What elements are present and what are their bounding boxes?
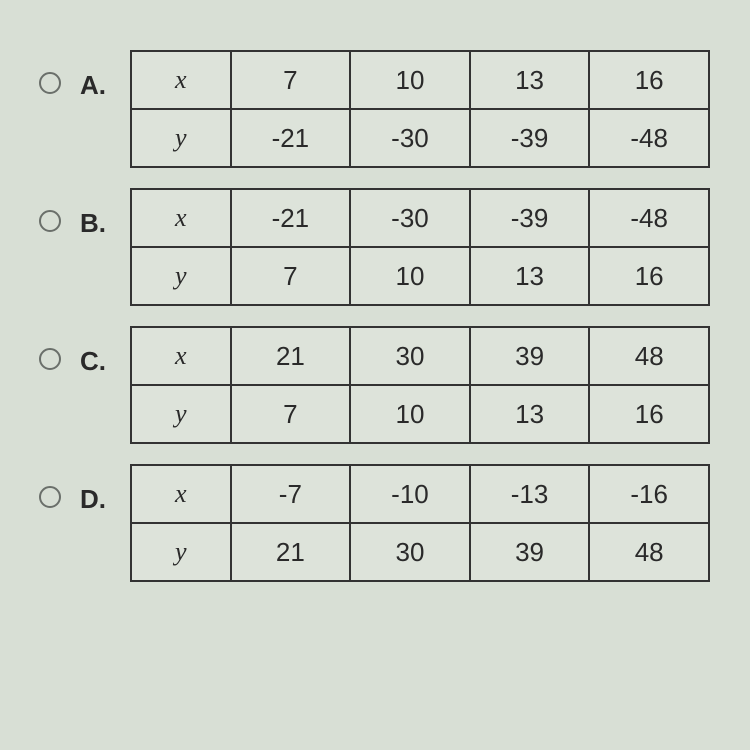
option-d-row: D. x -7 -10 -13 -16 y 21 30 39 48 <box>20 464 730 582</box>
table-d: x -7 -10 -13 -16 y 21 30 39 48 <box>130 464 710 582</box>
table-a: x 7 10 13 16 y -21 -30 -39 -48 <box>130 50 710 168</box>
val-cell: 10 <box>350 385 470 443</box>
val-cell: -39 <box>470 109 590 167</box>
option-label-b: B. <box>80 188 130 239</box>
radio-container <box>20 50 80 94</box>
val-cell: 21 <box>231 523 351 581</box>
val-cell: 48 <box>589 523 709 581</box>
var-cell: y <box>131 109 231 167</box>
option-a-row: A. x 7 10 13 16 y -21 -30 -39 -48 <box>20 50 730 168</box>
val-cell: -39 <box>470 189 590 247</box>
table-c: x 21 30 39 48 y 7 10 13 16 <box>130 326 710 444</box>
val-cell: 21 <box>231 327 351 385</box>
table-b: x -21 -30 -39 -48 y 7 10 13 16 <box>130 188 710 306</box>
table-d-container: x -7 -10 -13 -16 y 21 30 39 48 <box>130 464 730 582</box>
table-a-container: x 7 10 13 16 y -21 -30 -39 -48 <box>130 50 730 168</box>
val-cell: -48 <box>589 189 709 247</box>
var-cell: y <box>131 247 231 305</box>
radio-d[interactable] <box>39 486 61 508</box>
var-cell: x <box>131 189 231 247</box>
val-cell: -7 <box>231 465 351 523</box>
val-cell: 16 <box>589 385 709 443</box>
val-cell: 48 <box>589 327 709 385</box>
val-cell: 30 <box>350 327 470 385</box>
table-row: x -21 -30 -39 -48 <box>131 189 709 247</box>
val-cell: 16 <box>589 247 709 305</box>
val-cell: 13 <box>470 51 590 109</box>
val-cell: 39 <box>470 523 590 581</box>
val-cell: 7 <box>231 247 351 305</box>
var-cell: y <box>131 523 231 581</box>
option-label-d: D. <box>80 464 130 515</box>
val-cell: -21 <box>231 109 351 167</box>
var-cell: y <box>131 385 231 443</box>
val-cell: -16 <box>589 465 709 523</box>
val-cell: 10 <box>350 51 470 109</box>
val-cell: 7 <box>231 51 351 109</box>
radio-c[interactable] <box>39 348 61 370</box>
val-cell: -13 <box>470 465 590 523</box>
val-cell: 16 <box>589 51 709 109</box>
var-cell: x <box>131 465 231 523</box>
val-cell: -10 <box>350 465 470 523</box>
val-cell: -48 <box>589 109 709 167</box>
val-cell: 7 <box>231 385 351 443</box>
var-cell: x <box>131 51 231 109</box>
table-row: y -21 -30 -39 -48 <box>131 109 709 167</box>
val-cell: 13 <box>470 385 590 443</box>
val-cell: 39 <box>470 327 590 385</box>
option-label-a: A. <box>80 50 130 101</box>
val-cell: 13 <box>470 247 590 305</box>
radio-a[interactable] <box>39 72 61 94</box>
option-b-row: B. x -21 -30 -39 -48 y 7 10 13 16 <box>20 188 730 306</box>
val-cell: -30 <box>350 109 470 167</box>
table-b-container: x -21 -30 -39 -48 y 7 10 13 16 <box>130 188 730 306</box>
val-cell: 30 <box>350 523 470 581</box>
option-c-row: C. x 21 30 39 48 y 7 10 13 16 <box>20 326 730 444</box>
table-row: x -7 -10 -13 -16 <box>131 465 709 523</box>
table-row: y 7 10 13 16 <box>131 247 709 305</box>
table-c-container: x 21 30 39 48 y 7 10 13 16 <box>130 326 730 444</box>
table-row: y 21 30 39 48 <box>131 523 709 581</box>
table-row: x 21 30 39 48 <box>131 327 709 385</box>
radio-container <box>20 188 80 232</box>
table-row: y 7 10 13 16 <box>131 385 709 443</box>
radio-b[interactable] <box>39 210 61 232</box>
radio-container <box>20 464 80 508</box>
val-cell: -21 <box>231 189 351 247</box>
val-cell: 10 <box>350 247 470 305</box>
radio-container <box>20 326 80 370</box>
option-label-c: C. <box>80 326 130 377</box>
table-row: x 7 10 13 16 <box>131 51 709 109</box>
var-cell: x <box>131 327 231 385</box>
val-cell: -30 <box>350 189 470 247</box>
